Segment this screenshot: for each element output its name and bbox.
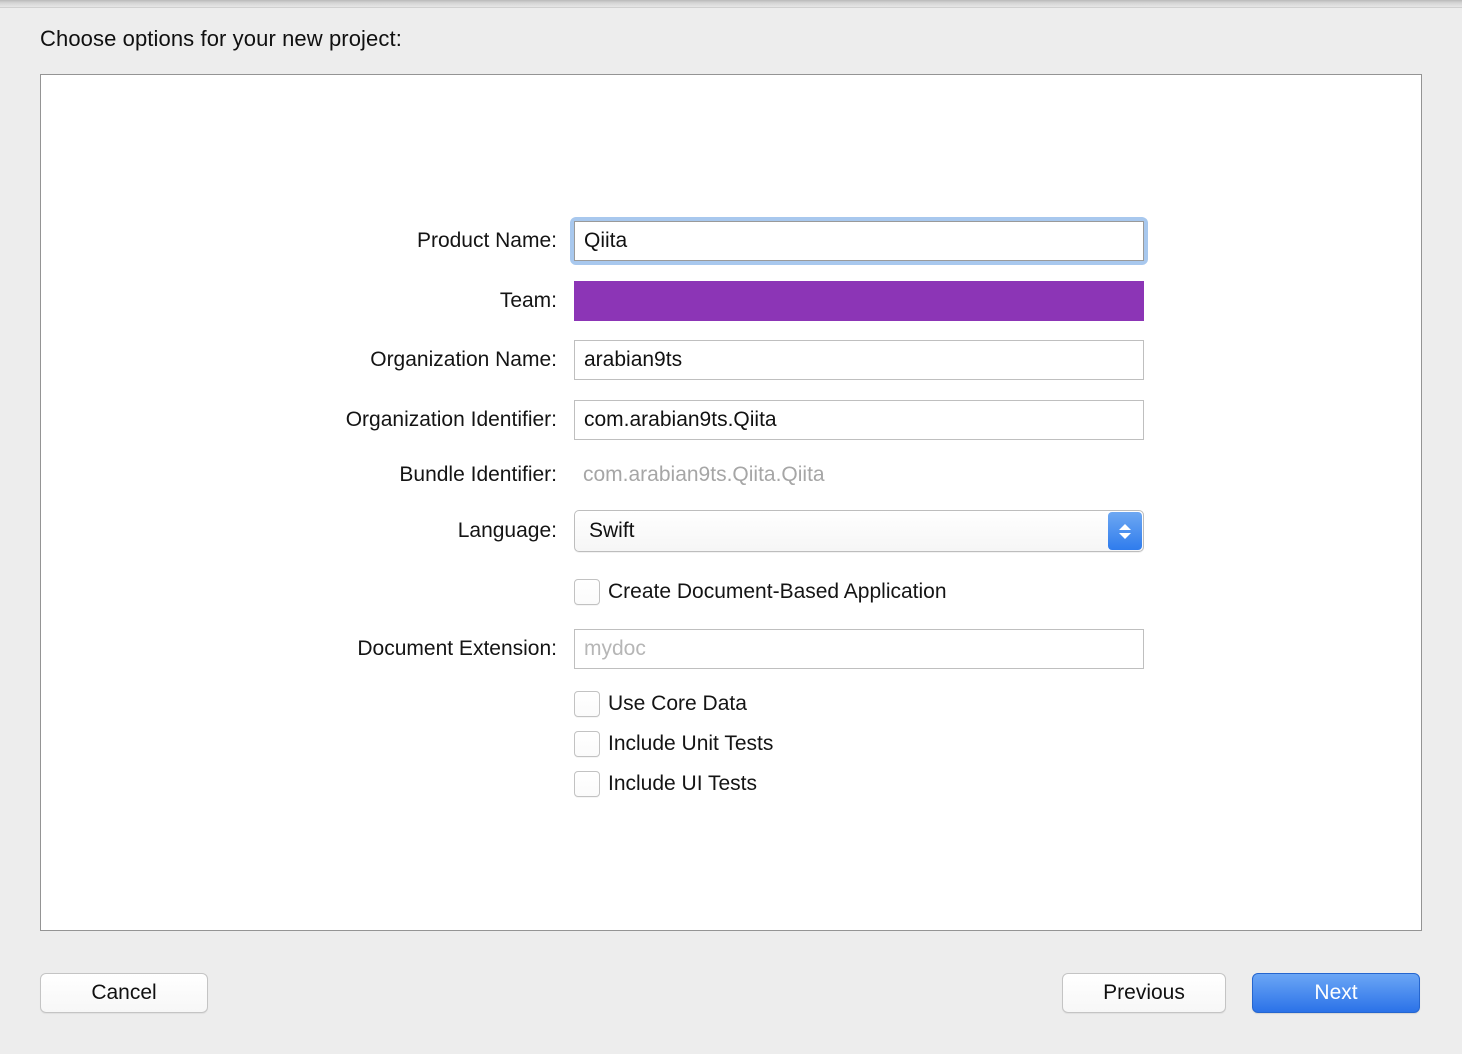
language-selected-value: Swift [589,519,635,542]
form-row-language: Language: Swift [41,509,1423,553]
chevron-up-icon [1119,523,1131,530]
checkbox-label: Create Document-Based Application [608,580,947,603]
form-row-organization-identifier: Organization Identifier: [41,398,1423,442]
checkbox-box-icon[interactable] [574,771,600,797]
product-name-control [570,217,1148,265]
checkbox-label: Include UI Tests [608,772,758,795]
team-control [574,279,1144,323]
checkbox-use-core-data[interactable]: Use Core Data [574,684,747,724]
organization-identifier-label: Organization Identifier: [345,408,557,431]
options-panel: Product Name: Team: Organization Name: O… [40,74,1422,931]
organization-identifier-control [574,398,1144,442]
team-redaction-block[interactable] [574,281,1144,321]
checkbox-include-ui-tests[interactable]: Include UI Tests [574,764,757,804]
language-select[interactable]: Swift [574,510,1144,552]
product-name-label: Product Name: [416,229,557,252]
product-name-focus-ring [570,217,1148,265]
organization-name-label: Organization Name: [370,348,557,371]
document-extension-control [574,627,1144,671]
previous-button[interactable]: Previous [1062,973,1226,1013]
product-name-input[interactable] [574,221,1144,261]
checkbox-box-icon[interactable] [574,579,600,605]
cancel-button[interactable]: Cancel [40,973,208,1013]
page-title: Choose options for your new project: [40,26,402,51]
form-row-bundle-identifier: Bundle Identifier: com.arabian9ts.Qiita.… [41,453,1423,497]
checkbox-create-document-based-application[interactable]: Create Document-Based Application [574,572,947,612]
checkbox-box-icon[interactable] [574,731,600,757]
organization-name-input[interactable] [574,340,1144,380]
checkbox-box-icon[interactable] [574,691,600,717]
bundle-identifier-value: com.arabian9ts.Qiita.Qiita [583,463,825,486]
bundle-identifier-label: Bundle Identifier: [399,463,557,486]
organization-identifier-input[interactable] [574,400,1144,440]
form-row-organization-name: Organization Name: [41,338,1423,382]
team-label: Team: [499,289,557,312]
form-row-document-extension: Document Extension: [41,627,1423,671]
chevron-updown-icon[interactable] [1108,512,1142,550]
checkbox-include-unit-tests[interactable]: Include Unit Tests [574,724,773,764]
organization-name-control [574,338,1144,382]
language-control: Swift [574,509,1144,553]
document-extension-label: Document Extension: [357,637,557,660]
checkbox-label: Use Core Data [608,692,747,715]
document-extension-input[interactable] [574,629,1144,669]
checkbox-label: Include Unit Tests [608,732,774,755]
language-label: Language: [457,519,557,542]
next-button[interactable]: Next [1252,973,1420,1013]
chevron-down-icon [1119,532,1131,539]
form-row-team: Team: [41,279,1423,323]
window-chrome-strip [0,0,1462,8]
bundle-identifier-control: com.arabian9ts.Qiita.Qiita [574,453,1144,497]
form-row-product-name: Product Name: [41,217,1423,265]
